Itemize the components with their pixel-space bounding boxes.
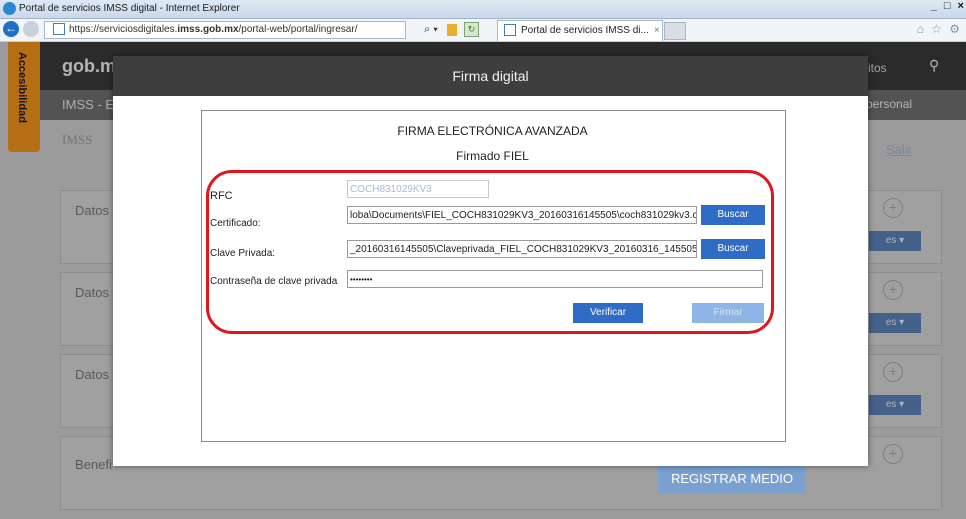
browser-tab[interactable]: Portal de servicios IMSS di... × [497,20,663,41]
register-button[interactable]: REGISTRAR MEDIO [658,464,806,494]
new-tab-button[interactable] [664,22,686,40]
internet-explorer-icon [3,2,16,15]
page-icon [53,23,65,36]
window-title: Portal de servicios IMSS digital - Inter… [19,3,240,14]
tab-page-icon [504,24,516,37]
toolbar-icons[interactable]: ⌂ ☆ ⚙ [917,22,962,36]
refresh-icon[interactable]: ↻ [463,22,479,37]
back-icon[interactable] [3,21,19,37]
address-tools: ⌕ ▾ ↻ [424,22,479,37]
forward-icon[interactable] [23,21,39,37]
window-title-bar: Portal de servicios IMSS digital - Inter… [0,0,966,19]
modal-title: Firma digital [452,68,529,84]
url-field[interactable]: https://serviciosdigitales.imss.gob.mx/p… [44,21,406,39]
modal-header: Firma digital [113,56,868,96]
url-prefix: https://serviciosdigitales. [69,24,178,35]
url-domain: imss.gob.mx [177,24,239,35]
url-path: /portal-web/portal/ingresar/ [238,24,358,35]
form-subheading: Firmado FIEL [456,149,529,163]
search-dropdown[interactable]: ⌕ ▾ [424,23,438,35]
tab-close-icon[interactable]: × [654,25,660,36]
tab-title: Portal de servicios IMSS di... [521,25,649,36]
highlight-annotation [206,170,774,334]
address-bar: https://serviciosdigitales.imss.gob.mx/p… [0,19,966,42]
form-heading: FIRMA ELECTRÓNICA AVANZADA [397,124,588,138]
lock-icon[interactable] [446,23,457,36]
window-controls[interactable]: _ □ × [931,0,966,18]
